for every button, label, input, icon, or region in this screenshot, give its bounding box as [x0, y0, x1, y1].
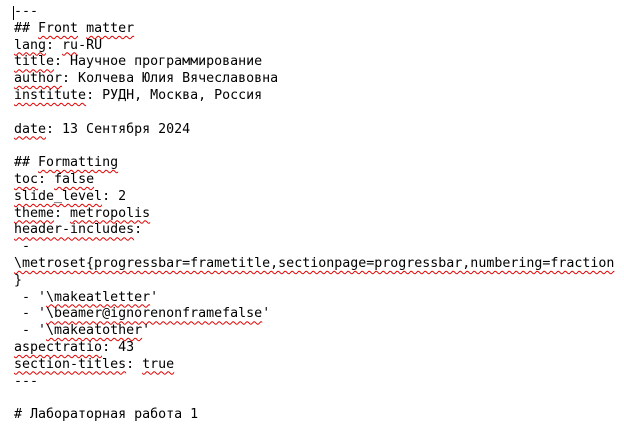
editor-line[interactable]: ## Formatting — [14, 155, 624, 172]
spellcheck-flagged-text: matter — [86, 20, 135, 36]
editor-line[interactable]: author: Колчева Юлия Вячеславовна — [14, 71, 624, 88]
spellcheck-flagged-text: lang — [14, 37, 47, 53]
spellcheck-flagged-text: true — [142, 356, 175, 372]
line-text: } — [14, 272, 23, 288]
line-text: : — [46, 37, 63, 53]
line-text: : Научное программирование — [54, 54, 263, 70]
spellcheck-flagged-text: aspectratio — [14, 339, 103, 355]
line-text: : 2 — [102, 188, 127, 204]
line-text: -RU — [78, 37, 103, 53]
spellcheck-flagged-text: false — [54, 171, 95, 187]
line-text: : — [54, 205, 71, 221]
editor-line[interactable]: - '\makeatother' — [14, 323, 624, 340]
line-text: ## — [14, 155, 39, 171]
spellcheck-flagged-text: \makeatletter — [46, 289, 151, 305]
spellcheck-flagged-text: Formatting — [38, 155, 119, 171]
editor-line[interactable]: date: 13 Сентября 2024 — [14, 122, 624, 139]
editor-line[interactable]: header-includes: — [14, 222, 624, 239]
editor-line[interactable]: \metroset{progressbar=frametitle,section… — [14, 256, 624, 273]
editor-line[interactable]: ## Front matter — [14, 21, 624, 38]
spellcheck-flagged-text: author — [14, 71, 63, 87]
line-text: ' — [150, 289, 159, 305]
spellcheck-flagged-text: \metroset{progressbar=frametitle,section… — [14, 255, 615, 271]
line-text: # Лабораторная работа 1 — [14, 407, 199, 423]
spellcheck-flagged-text: date — [14, 121, 47, 137]
line-text: : Колчева Юлия Вячеславовна — [62, 71, 279, 87]
editor-line[interactable]: ​ — [14, 390, 624, 407]
editor-line[interactable]: # Лабораторная работа 1 — [14, 407, 624, 424]
line-text — [78, 21, 86, 36]
line-text: : — [126, 356, 143, 372]
line-text: - ' — [14, 289, 47, 305]
line-text: : РУДН, Москва, Россия — [86, 87, 263, 103]
spellcheck-flagged-text: \beamer@ignorenonframefalse — [46, 306, 263, 322]
spellcheck-flagged-text: institute — [14, 87, 87, 103]
spellcheck-flagged-text: header-includes — [14, 222, 135, 238]
line-text: : 43 — [102, 339, 135, 355]
editor-line[interactable]: section-titles: true — [14, 357, 624, 374]
text-editor[interactable]: --- ## Front matter lang: ru-RU title: Науч… — [0, 0, 624, 431]
line-text: - — [14, 239, 31, 255]
editor-line[interactable]: institute: РУДН, Москва, Россия — [14, 88, 624, 105]
line-text: - ' — [14, 323, 47, 339]
editor-line[interactable]: lang: ru-RU — [14, 38, 624, 55]
line-text: ' — [262, 306, 271, 322]
line-text: : 13 Сентября 2024 — [46, 121, 191, 137]
editor-line[interactable]: theme: metropolis — [14, 206, 624, 223]
editor-line[interactable]: ​ — [14, 105, 624, 122]
spellcheck-flagged-text: theme — [14, 205, 55, 221]
editor-line[interactable]: --- — [14, 4, 624, 21]
editor-line[interactable]: title: Научное программирование — [14, 54, 624, 71]
editor-line[interactable]: - '\makeatletter' — [14, 290, 624, 307]
line-text: - ' — [14, 306, 47, 322]
spellcheck-flagged-text: ru — [62, 37, 79, 53]
spellcheck-flagged-text: Front — [38, 20, 79, 36]
line-text: ' — [142, 323, 151, 339]
spellcheck-flagged-text: toc — [14, 171, 39, 187]
spellcheck-flagged-text: section-titles — [14, 356, 127, 372]
editor-line[interactable]: } — [14, 273, 624, 290]
line-text: ## — [14, 20, 39, 36]
spellcheck-flagged-text: slide_level — [14, 188, 103, 204]
line-text: : — [134, 222, 143, 238]
editor-content[interactable]: --- ## Front matter lang: ru-RU title: Науч… — [14, 4, 624, 424]
spellcheck-flagged-text: metropolis — [70, 205, 151, 221]
editor-line[interactable]: ​ — [14, 138, 624, 155]
editor-line[interactable]: - — [14, 239, 624, 256]
line-text: : — [38, 171, 55, 187]
line-text: --- — [14, 4, 39, 19]
editor-line[interactable]: - '\beamer@ignorenonframefalse' — [14, 306, 624, 323]
line-text: --- — [14, 373, 39, 389]
editor-line[interactable]: --- — [14, 374, 624, 391]
editor-line[interactable]: toc: false — [14, 172, 624, 189]
editor-line[interactable]: aspectratio: 43 — [14, 340, 624, 357]
editor-line[interactable]: slide_level: 2 — [14, 189, 624, 206]
spellcheck-flagged-text: title — [14, 54, 55, 70]
spellcheck-flagged-text: \makeatother — [46, 323, 143, 339]
